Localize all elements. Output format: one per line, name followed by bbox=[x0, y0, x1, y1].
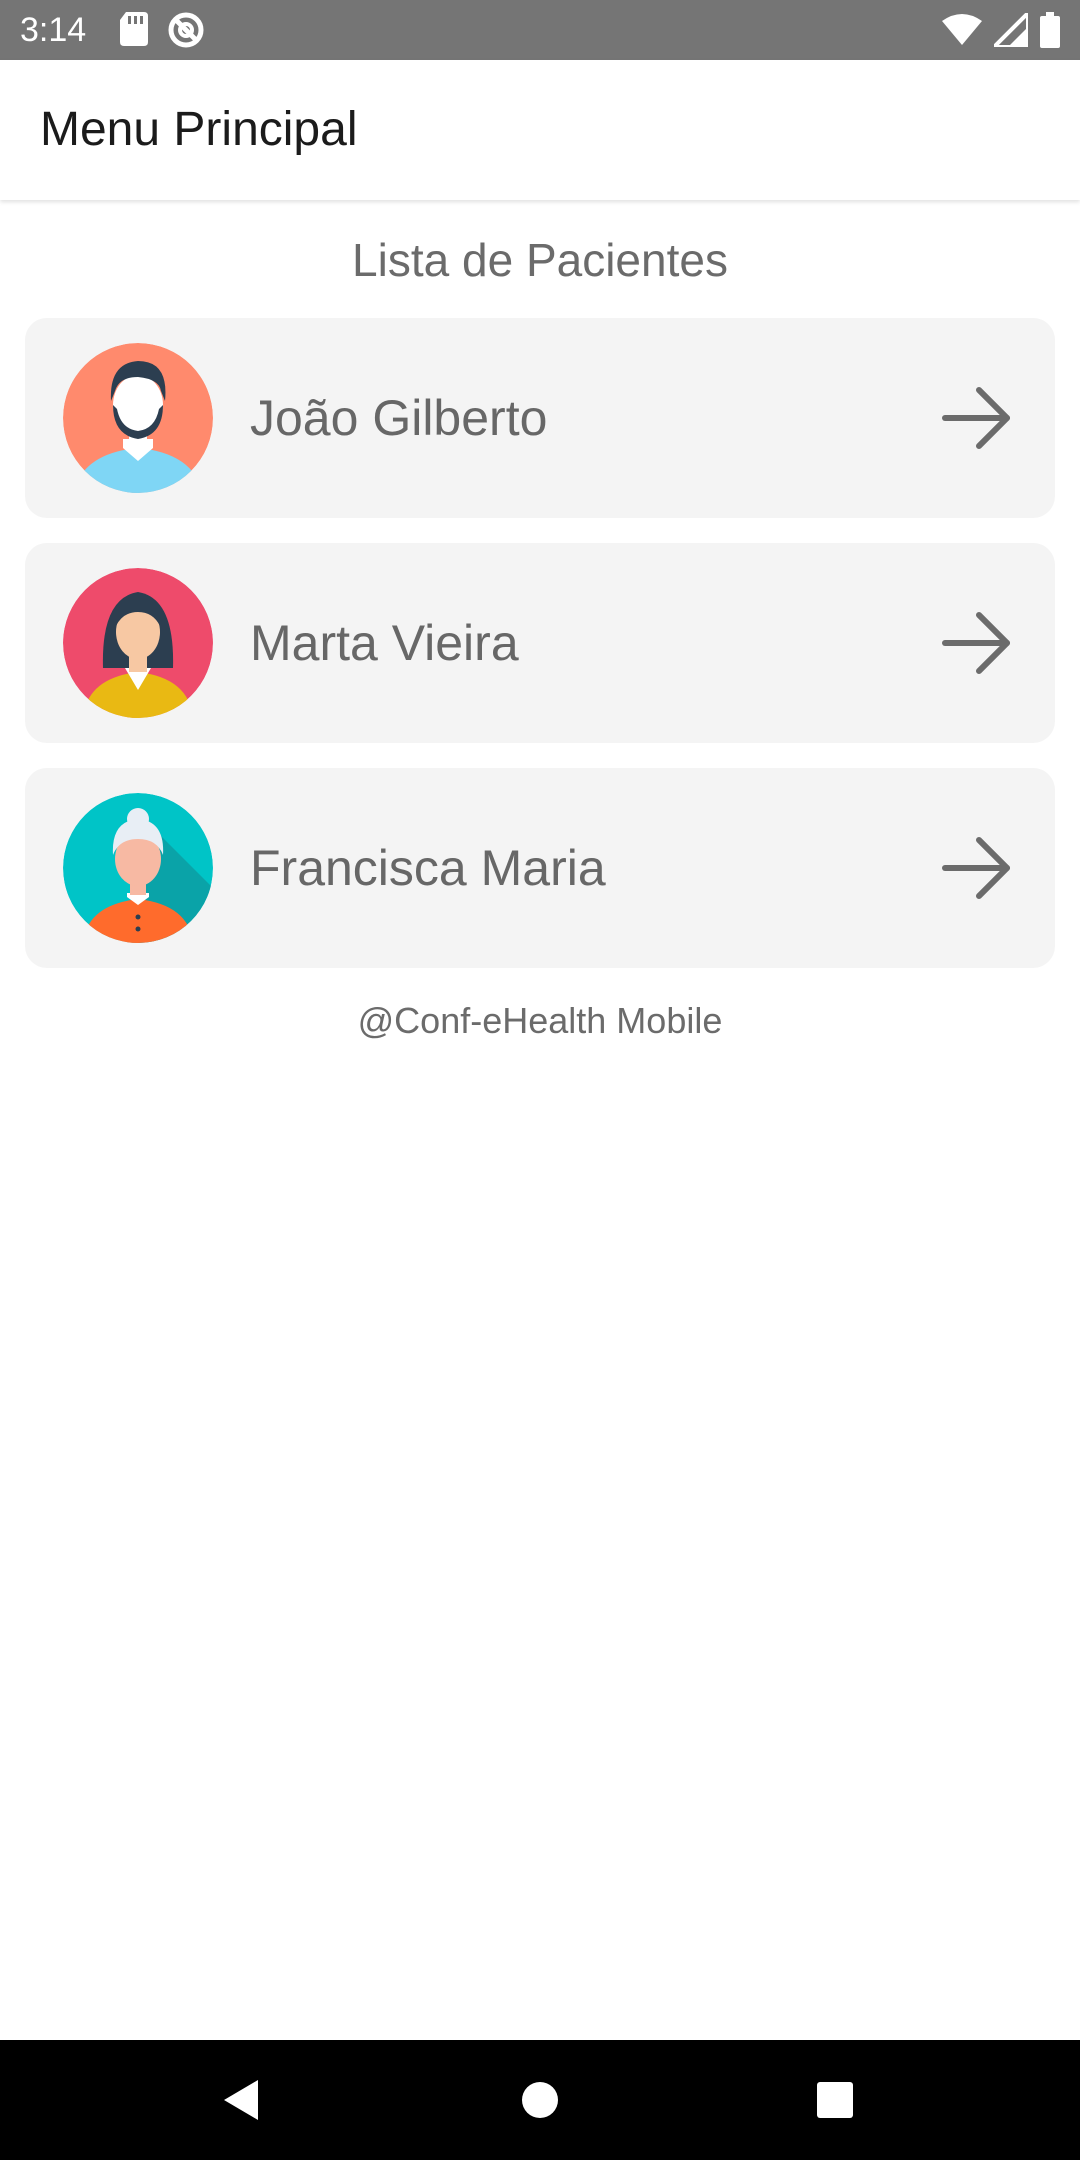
patient-card[interactable]: Marta Vieira bbox=[25, 543, 1055, 743]
patient-card[interactable]: João Gilberto bbox=[25, 318, 1055, 518]
patient-name: Marta Vieira bbox=[250, 615, 519, 671]
status-time: 3:14 bbox=[20, 11, 87, 49]
home-icon[interactable] bbox=[510, 2070, 570, 2130]
arrow-right-icon[interactable] bbox=[939, 830, 1015, 906]
recents-icon[interactable] bbox=[805, 2070, 865, 2130]
signal-icon bbox=[994, 13, 1028, 47]
app-title: Menu Principal bbox=[40, 103, 358, 156]
sd-card-icon bbox=[120, 12, 148, 46]
status-right-icons bbox=[942, 12, 1060, 48]
arrow-right-icon[interactable] bbox=[939, 605, 1015, 681]
man-avatar-icon bbox=[63, 343, 213, 493]
section-title: Lista de Pacientes bbox=[352, 234, 728, 286]
battery-icon bbox=[1040, 12, 1060, 48]
app-bar: Menu Principal bbox=[0, 60, 1080, 200]
patient-name: João Gilberto bbox=[250, 390, 548, 446]
woman-avatar-icon bbox=[63, 568, 213, 718]
back-icon[interactable] bbox=[210, 2070, 270, 2130]
status-left-icons bbox=[120, 12, 204, 48]
patient-card[interactable]: Francisca Maria bbox=[25, 768, 1055, 968]
system-nav-bar bbox=[0, 2040, 1080, 2160]
footer-credit: @Conf-eHealth Mobile bbox=[357, 1000, 723, 1041]
do-not-disturb-icon bbox=[168, 12, 204, 48]
patient-name: Francisca Maria bbox=[250, 840, 606, 896]
arrow-right-icon[interactable] bbox=[939, 380, 1015, 456]
elderly-woman-avatar-icon bbox=[63, 793, 213, 943]
status-bar: 3:14 bbox=[0, 0, 1080, 60]
wifi-icon bbox=[942, 14, 982, 45]
